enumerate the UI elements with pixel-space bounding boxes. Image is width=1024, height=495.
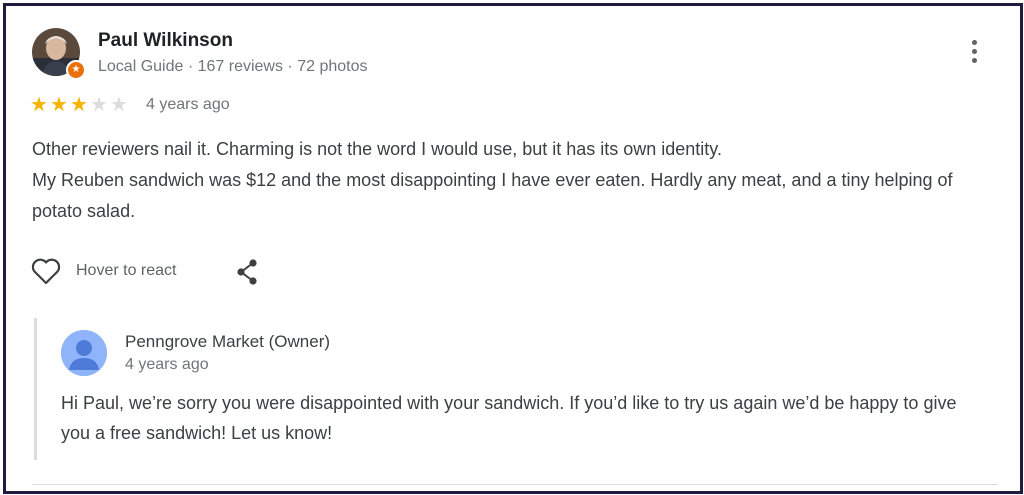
reviewer-meta: Local Guide · 167 reviews · 72 photos bbox=[98, 58, 368, 75]
more-vertical-icon[interactable] bbox=[966, 40, 982, 72]
review-text-line: Other reviewers nail it. Charming is not… bbox=[32, 139, 722, 159]
heart-outline-icon[interactable] bbox=[30, 256, 62, 286]
divider bbox=[32, 484, 998, 485]
reviewer-name[interactable]: Paul Wilkinson bbox=[98, 30, 233, 52]
review-card: ★ Paul Wilkinson Local Guide · 167 revie… bbox=[3, 3, 1023, 494]
star-filled-icon: ★ bbox=[50, 94, 68, 116]
review-time: 4 years ago bbox=[146, 96, 230, 113]
share-icon[interactable] bbox=[234, 258, 260, 286]
reviewer-avatar[interactable]: ★ bbox=[32, 28, 86, 80]
star-empty-icon: ★ bbox=[110, 94, 128, 116]
owner-reply: Penngrove Market (Owner) 4 years ago Hi … bbox=[34, 318, 977, 460]
owner-reply-text: Hi Paul, we’re sorry you were disappoint… bbox=[61, 393, 957, 443]
star-rating: ★ ★ ★ ★ ★ bbox=[30, 95, 130, 115]
star-empty-icon: ★ bbox=[90, 94, 108, 116]
react-label[interactable]: Hover to react bbox=[76, 262, 176, 280]
owner-reply-time: 4 years ago bbox=[125, 356, 209, 373]
star-filled-icon: ★ bbox=[30, 94, 48, 116]
review-text-line: My Reuben sandwich was $12 and the most … bbox=[32, 170, 953, 221]
star-filled-icon: ★ bbox=[70, 94, 88, 116]
reaction-row: Hover to react bbox=[30, 256, 257, 286]
owner-name: Penngrove Market (Owner) bbox=[125, 332, 331, 351]
owner-avatar-icon bbox=[61, 330, 107, 376]
local-guide-badge-icon: ★ bbox=[66, 60, 86, 80]
review-text: Other reviewers nail it. Charming is not… bbox=[32, 134, 992, 227]
